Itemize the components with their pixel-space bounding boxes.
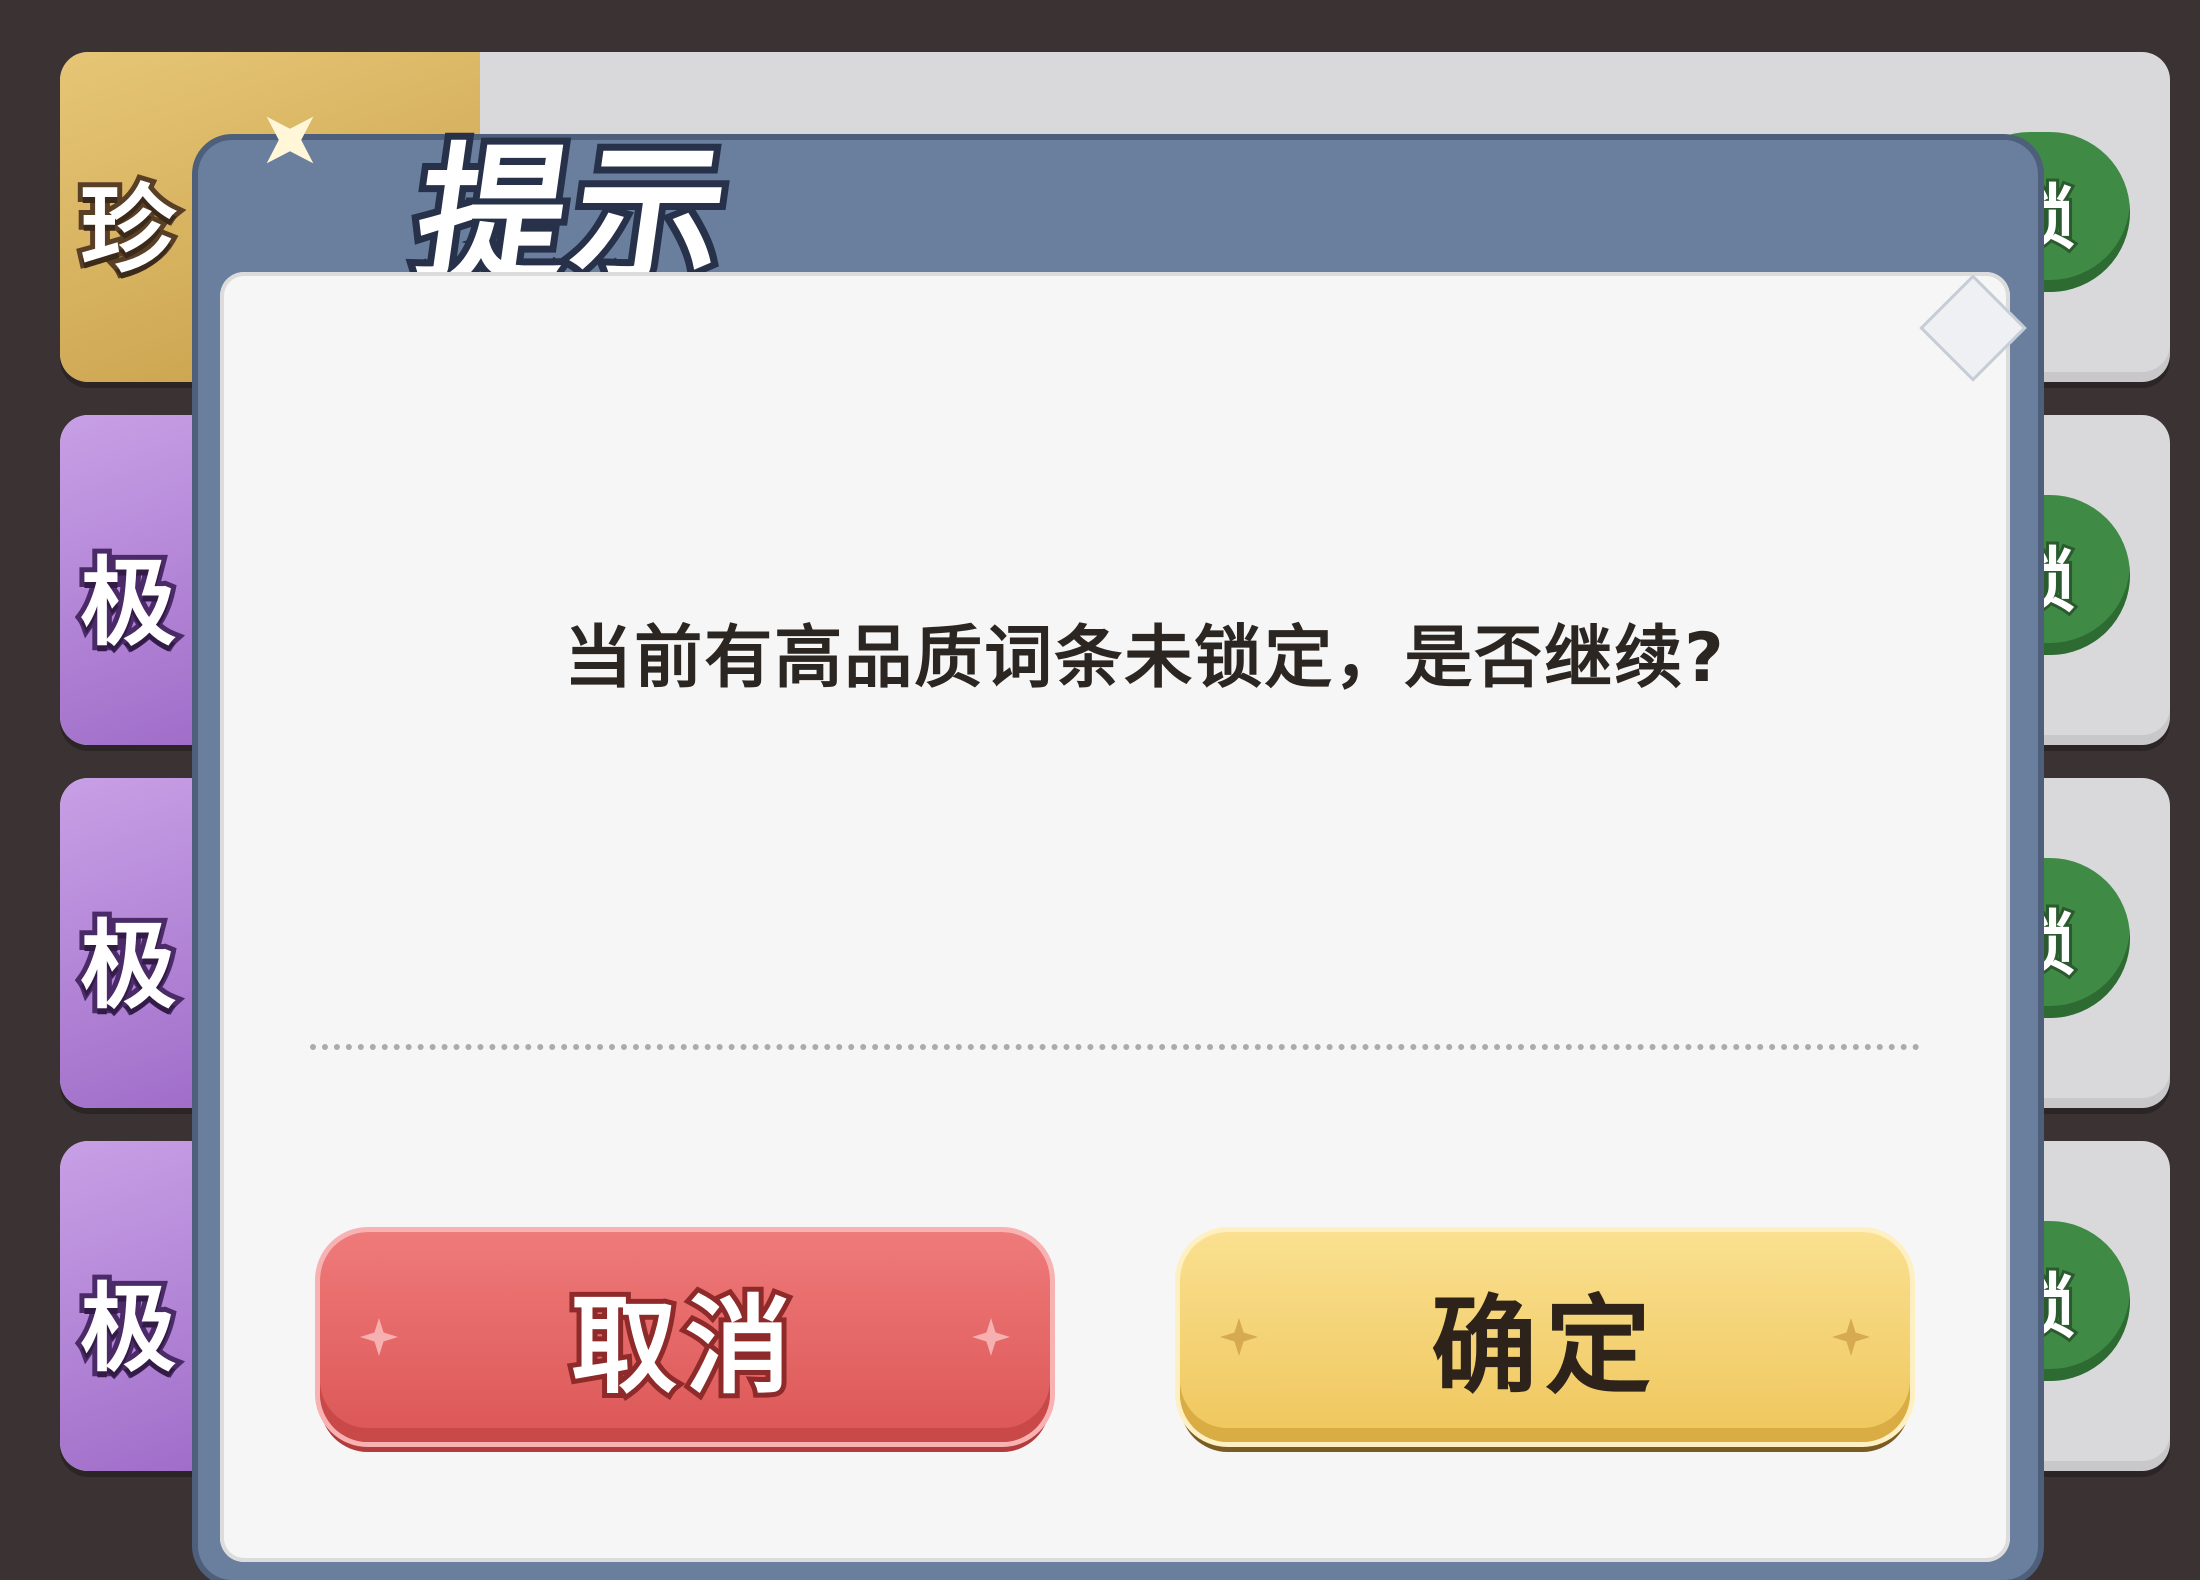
dialog-message: 当前有高品质词条未锁定，是否继续?: [564, 619, 1726, 698]
sparkle-icon: [972, 1318, 1010, 1356]
rarity-tag-label: 珍: [75, 169, 181, 291]
dialog-panel: 当前有高品质词条未锁定，是否继续? 取消 确定: [220, 272, 2010, 1562]
sparkle-icon: [1220, 1318, 1258, 1356]
confirm-button-label: 确定: [1431, 1285, 1659, 1408]
sparkle-icon: [1832, 1318, 1870, 1356]
rarity-tag-label: 极: [75, 905, 181, 1027]
rarity-tag-label: 极: [75, 542, 181, 664]
sparkle-icon: [360, 1318, 398, 1356]
rarity-tag-label: 极: [75, 1268, 181, 1390]
confirm-button[interactable]: 确定: [1180, 1232, 1910, 1442]
cancel-button[interactable]: 取消: [320, 1232, 1050, 1442]
divider: [310, 1044, 1920, 1050]
cancel-button-label: 取消: [566, 1280, 799, 1413]
